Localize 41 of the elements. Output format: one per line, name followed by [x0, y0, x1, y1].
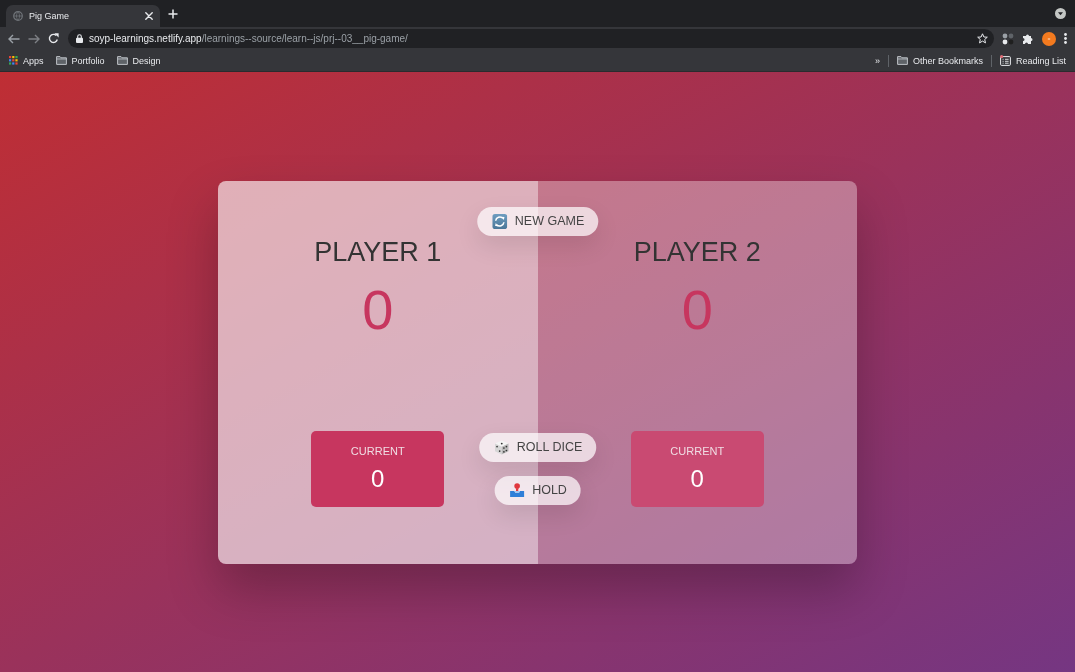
- avatar-icon[interactable]: [1042, 31, 1056, 46]
- current-label: CURRENT: [670, 443, 725, 459]
- close-icon[interactable]: [145, 12, 153, 20]
- list-icon: [999, 55, 1011, 66]
- address-bar[interactable]: soyp-learnings.netlify.app/learnings--source/learn--js/prj--03__pig-game/: [68, 29, 994, 48]
- new-tab-icon[interactable]: [168, 8, 178, 19]
- refresh-icon: [491, 213, 507, 229]
- bookmark-button[interactable]: Apps: [5, 52, 48, 69]
- folder-icon: [896, 56, 908, 65]
- player-name: PLAYER 2: [633, 235, 761, 268]
- star-icon[interactable]: [977, 33, 988, 44]
- new-game-button[interactable]: NEW GAME: [476, 206, 599, 236]
- lock-icon: [76, 34, 83, 43]
- forward-icon[interactable]: [28, 33, 40, 44]
- globe-icon: [13, 11, 23, 21]
- caret-circle-icon[interactable]: [1055, 8, 1066, 19]
- grid-icon: [9, 56, 18, 65]
- roll-dice-button[interactable]: ROLL DICE: [478, 432, 597, 462]
- back-icon[interactable]: [8, 33, 20, 44]
- folder-icon: [116, 56, 128, 65]
- browser-tab[interactable]: Pig Game: [6, 5, 160, 27]
- total-score: 0: [362, 281, 394, 338]
- current-label: CURRENT: [350, 443, 405, 459]
- dice-icon: [493, 439, 509, 455]
- more-icon[interactable]: [1064, 33, 1067, 44]
- current-score: 0: [690, 463, 704, 494]
- reload-icon[interactable]: [48, 33, 59, 44]
- player-name: PLAYER 1: [314, 235, 442, 268]
- bookmark-button[interactable]: Other Bookmarks: [892, 52, 987, 69]
- url-text: soyp-learnings.netlify.app/learnings--source/learn--js/prj--03__pig-game/: [89, 33, 409, 44]
- bookmark-button[interactable]: Portfolio: [51, 52, 109, 69]
- hold-button[interactable]: HOLD: [494, 475, 581, 505]
- total-score: 0: [681, 281, 713, 338]
- bookmark-button[interactable]: Design: [112, 52, 165, 69]
- puzzle-icon[interactable]: [1022, 32, 1034, 45]
- dots-icon[interactable]: [1002, 32, 1014, 45]
- current-score: 0: [371, 463, 385, 494]
- tray-icon: [509, 482, 525, 498]
- bookmark-button[interactable]: Reading List: [995, 52, 1070, 69]
- more-bookmarks-button[interactable]: »: [870, 52, 884, 69]
- folder-icon: [55, 56, 67, 65]
